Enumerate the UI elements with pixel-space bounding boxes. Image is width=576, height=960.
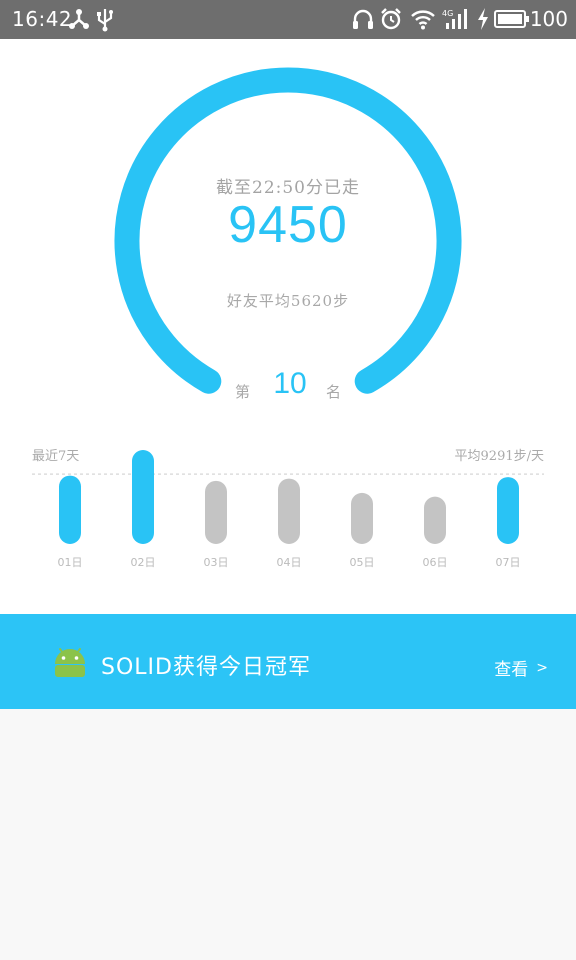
charging-icon xyxy=(478,8,488,30)
status-bar: 16:42 4G 100 xyxy=(0,0,576,39)
steps-bar-chart: 01日 02日 03日 04日 05日 06日 07日 xyxy=(32,450,544,569)
champion-banner[interactable]: SOLID获得今日冠军 查看 > xyxy=(0,614,576,709)
day-label: 05日 xyxy=(350,556,375,569)
view-link[interactable]: 查看 > xyxy=(494,655,548,681)
day-label: 02日 xyxy=(131,556,156,569)
champion-text: SOLID获得今日冠军 xyxy=(101,655,311,680)
day-label: 04日 xyxy=(277,556,302,569)
battery-level: 100 xyxy=(529,7,568,31)
bar-04日 xyxy=(278,478,300,544)
day-label: 03日 xyxy=(204,556,229,569)
steps-card: 截至22:50分已走 9450 好友平均5620步 第 10 名 最近7天 平均… xyxy=(0,39,576,614)
android-icon xyxy=(55,648,85,677)
day-label: 06日 xyxy=(423,556,448,569)
view-link-label: 查看 xyxy=(494,660,529,680)
status-time: 16:42 xyxy=(12,7,73,31)
bar-01日 xyxy=(59,475,81,544)
headphones-icon xyxy=(353,9,373,29)
svg-text:4G: 4G xyxy=(442,9,453,18)
chevron-right-icon: > xyxy=(536,659,548,676)
bar-05日 xyxy=(351,492,373,544)
alarm-icon xyxy=(381,8,401,30)
bar-02日 xyxy=(132,450,154,544)
bar-03日 xyxy=(205,480,227,544)
signal-4g-icon: 4G xyxy=(442,9,467,29)
bar-06日 xyxy=(424,496,446,544)
day-label: 01日 xyxy=(58,556,83,569)
wifi-icon xyxy=(411,10,435,30)
bar-07日 xyxy=(497,477,519,544)
usb-icon xyxy=(97,9,113,32)
battery-icon xyxy=(494,10,529,28)
share-icon xyxy=(69,9,89,29)
day-label: 07日 xyxy=(496,556,521,569)
